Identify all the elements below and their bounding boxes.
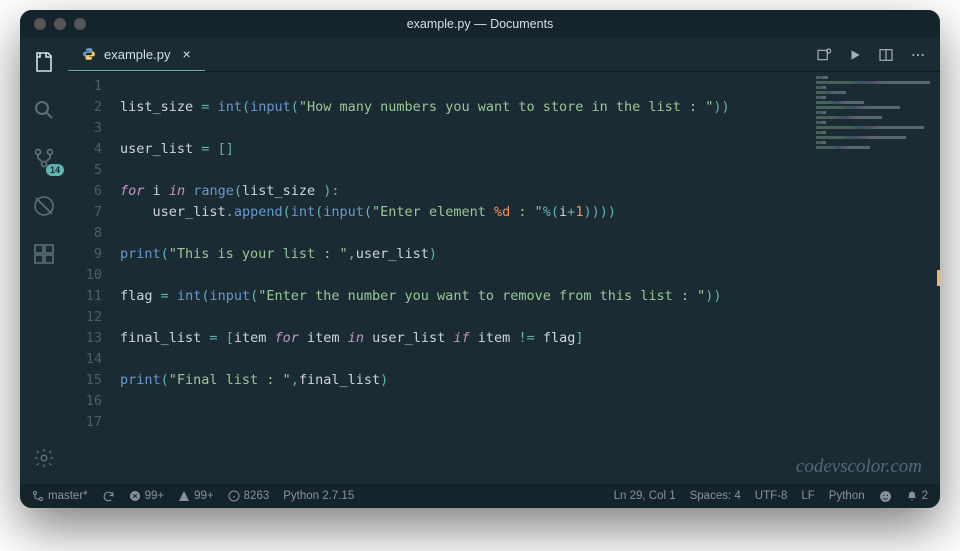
status-warnings[interactable]: 99+ [178, 490, 214, 502]
tab-close-icon[interactable]: × [182, 46, 190, 62]
line-number: 8 [68, 223, 102, 244]
extensions-icon[interactable] [30, 240, 58, 268]
code-line[interactable]: print("This is your list : ",user_list) [120, 244, 940, 265]
status-cursor[interactable]: Ln 29, Col 1 [614, 490, 676, 502]
run-icon[interactable] [848, 48, 862, 62]
code-line[interactable]: print("Final list : ",final_list) [120, 370, 940, 391]
code-line[interactable]: user_list.append(int(input("Enter elemen… [120, 202, 940, 223]
line-number: 1 [68, 76, 102, 97]
line-number: 17 [68, 412, 102, 433]
line-number: 12 [68, 307, 102, 328]
line-number: 7 [68, 202, 102, 223]
line-number: 16 [68, 391, 102, 412]
line-number: 4 [68, 139, 102, 160]
line-number: 2 [68, 97, 102, 118]
line-number: 15 [68, 370, 102, 391]
code-line[interactable] [120, 349, 940, 370]
status-bar: master* 99+ 99+ 8263 Python 2.7.15 Ln 29… [20, 484, 940, 508]
status-eol[interactable]: LF [801, 490, 814, 502]
status-branch[interactable]: master* [32, 490, 88, 502]
debug-icon[interactable] [30, 192, 58, 220]
line-number: 14 [68, 349, 102, 370]
overview-ruler-mark [937, 270, 940, 286]
code-line[interactable] [120, 412, 940, 433]
editor-main: example.py × [68, 38, 940, 484]
python-file-icon [82, 47, 96, 61]
split-editor-icon[interactable] [878, 47, 894, 63]
editor-actions [816, 38, 940, 71]
status-errors[interactable]: 99+ [129, 490, 165, 502]
code-line[interactable]: user_list = [] [120, 139, 940, 160]
status-info[interactable]: 8263 [228, 490, 270, 502]
tab-label: example.py [104, 47, 170, 62]
code-line[interactable] [120, 160, 940, 181]
open-changes-icon[interactable] [816, 47, 832, 63]
settings-gear-icon[interactable] [30, 444, 58, 472]
status-language[interactable]: Python [829, 490, 865, 502]
line-number: 6 [68, 181, 102, 202]
code-line[interactable]: flag = int(input("Enter the number you w… [120, 286, 940, 307]
code-line[interactable] [120, 223, 940, 244]
titlebar: example.py — Documents [20, 10, 940, 38]
status-encoding[interactable]: UTF-8 [755, 490, 788, 502]
code-line[interactable]: for i in range(list_size ): [120, 181, 940, 202]
code-line[interactable]: list_size = int(input("How many numbers … [120, 97, 940, 118]
code-line[interactable] [120, 307, 940, 328]
workbench-body: 14 example.py × [20, 38, 940, 484]
line-number: 5 [68, 160, 102, 181]
code-line[interactable] [120, 118, 940, 139]
more-actions-icon[interactable] [910, 47, 926, 63]
line-number: 11 [68, 286, 102, 307]
editor-window: example.py — Documents 14 [20, 10, 940, 508]
line-number-gutter: 1234567891011121314151617 [68, 72, 120, 484]
code-editor[interactable]: 1234567891011121314151617 list_size = in… [68, 72, 940, 484]
status-sync-icon[interactable] [102, 490, 115, 503]
explorer-icon[interactable] [30, 48, 58, 76]
activity-bar: 14 [20, 38, 68, 484]
search-icon[interactable] [30, 96, 58, 124]
code-content[interactable]: list_size = int(input("How many numbers … [120, 72, 940, 484]
line-number: 3 [68, 118, 102, 139]
scm-badge: 14 [46, 164, 64, 176]
line-number: 13 [68, 328, 102, 349]
window-title: example.py — Documents [20, 17, 940, 31]
status-feedback-icon[interactable] [879, 490, 892, 503]
tab-bar: example.py × [68, 38, 940, 72]
line-number: 9 [68, 244, 102, 265]
status-spaces[interactable]: Spaces: 4 [690, 490, 741, 502]
status-notifications[interactable]: 2 [906, 490, 928, 502]
source-control-icon[interactable]: 14 [30, 144, 58, 172]
status-interpreter[interactable]: Python 2.7.15 [283, 490, 354, 502]
code-line[interactable] [120, 265, 940, 286]
code-line[interactable]: final_list = [item for item in user_list… [120, 328, 940, 349]
code-line[interactable] [120, 391, 940, 412]
tab-example-py[interactable]: example.py × [68, 38, 205, 71]
code-line[interactable] [120, 76, 940, 97]
line-number: 10 [68, 265, 102, 286]
